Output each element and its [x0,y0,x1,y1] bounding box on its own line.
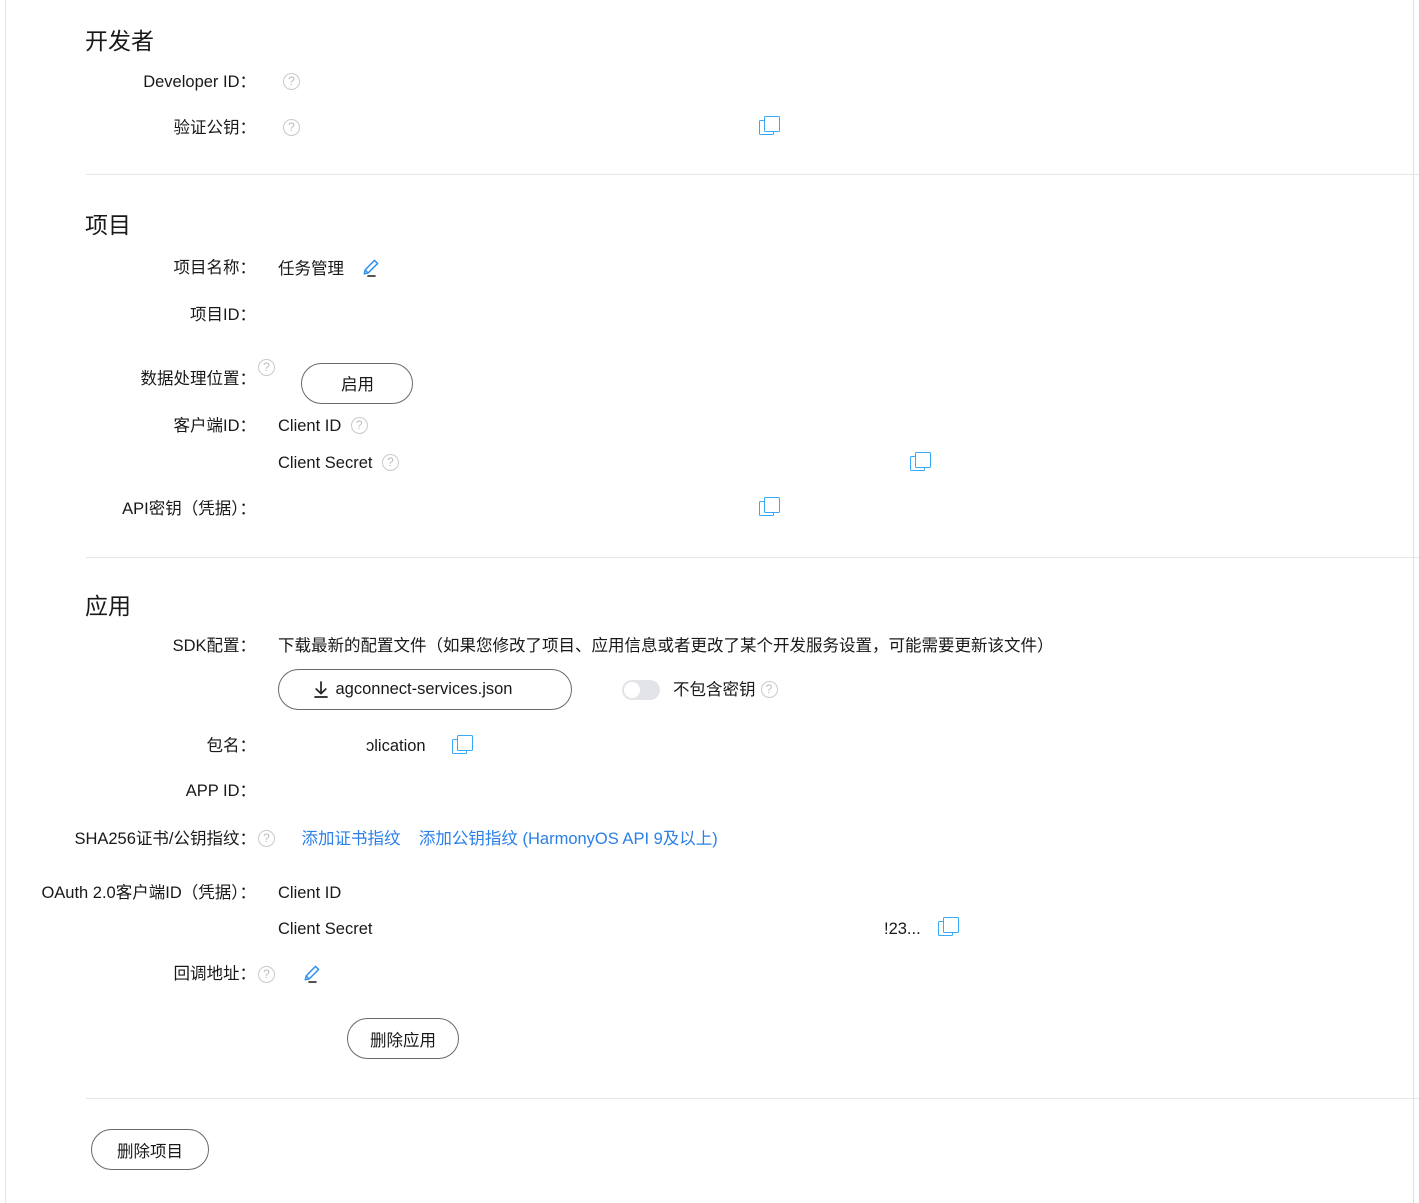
section-divider [86,557,1419,558]
client-id-field: Client ID [256,415,1415,438]
sha256-label: SHA256证书/公钥指纹： [74,830,256,848]
client-secret-value: Client Secret [278,454,373,472]
download-config-button[interactable]: agconnect-services.json [278,669,572,710]
copy-icon[interactable] [452,735,473,755]
pencil-edit-icon[interactable] [301,963,323,985]
data-location-label: 数据处理位置： [140,370,257,388]
pencil-edit-icon[interactable] [360,257,382,279]
project-id-label: 项目ID： [190,306,256,324]
sdk-config-field: 下载最新的配置文件（如果您修改了项目、应用信息或者更改了某个开发服务设置，可能需… [256,635,1415,710]
project-id-row: 项目ID： [6,304,1415,326]
add-public-key-fingerprint-link[interactable]: 添加公钥指纹 (HarmonyOS API 9及以上) [419,830,718,848]
oauth-secret-masked-value: !23... [884,920,921,938]
help-circle-icon[interactable] [258,966,275,983]
delete-app-button[interactable]: 删除应用 [347,1018,459,1059]
project-name-field: 任务管理 [256,257,1415,281]
oauth-client-id-field: Client ID [256,882,1415,905]
enable-button[interactable]: 启用 [301,362,414,404]
section-divider [86,1098,1419,1099]
section-divider [86,174,1419,175]
oauth-client-id-row: OAuth 2.0客户端ID（凭据）： Client ID [6,882,1415,905]
app-id-row: APP ID： [6,780,1415,802]
package-name-label: 包名： [206,737,257,755]
help-circle-icon[interactable] [350,417,368,434]
client-id-label: 客户端ID： [173,417,257,435]
data-location-field: 启用 [256,359,1415,404]
project-name-label: 项目名称： [173,259,257,277]
sdk-config-description: 下载最新的配置文件（如果您修改了项目、应用信息或者更改了某个开发服务设置，可能需… [278,637,1054,655]
verify-public-key-field [256,116,1415,140]
verify-public-key-row: 验证公钥： [6,116,1415,140]
exclude-secret-toggle[interactable] [622,679,660,700]
copy-icon[interactable] [759,116,780,136]
help-circle-icon[interactable] [760,681,778,698]
sdk-config-row: SDK配置： 下载最新的配置文件（如果您修改了项目、应用信息或者更改了某个开发服… [6,635,1415,710]
help-circle-icon[interactable] [258,830,275,847]
app-id-label: APP ID： [185,782,256,800]
package-name-row: 包名： ɔlication [6,735,1415,757]
oauth-client-secret-row: Client Secret !23... [6,917,1415,941]
client-secret-row: Client Secret [6,452,1415,475]
oauth-client-id-label: OAuth 2.0客户端ID（凭据）： [41,884,256,902]
api-key-label: API密钥（凭据）： [122,500,256,518]
download-arrow-icon [311,680,331,700]
copy-icon[interactable] [938,917,959,937]
callback-url-field [256,963,1415,987]
sha256-row: SHA256证书/公钥指纹： 添加证书指纹 添加公钥指纹 (HarmonyOS … [6,828,1415,851]
api-key-row: API密钥（凭据）： [6,497,1415,520]
developer-id-row: Developer ID： [6,71,1415,94]
delete-project-button[interactable]: 删除项目 [91,1129,209,1170]
package-name-value: ɔlication [366,737,426,755]
developer-id-label: Developer ID： [143,73,256,91]
copy-icon[interactable] [759,497,780,517]
help-circle-icon[interactable] [283,119,300,136]
help-circle-icon[interactable] [258,359,275,376]
data-location-row: 数据处理位置： 启用 [6,359,1415,404]
sha256-field: 添加证书指纹 添加公钥指纹 (HarmonyOS API 9及以上) [256,828,1415,851]
project-section-title: 项目 [85,212,131,238]
sdk-config-label: SDK配置： [172,637,256,655]
app-section-title: 应用 [85,593,131,619]
oauth-client-secret-field: Client Secret !23... [256,917,1415,941]
callback-url-row: 回调地址： [6,963,1415,987]
callback-url-label: 回调地址： [173,965,257,983]
oauth-client-secret-value: Client Secret [278,920,373,938]
verify-public-key-label: 验证公钥： [173,119,257,137]
help-circle-icon[interactable] [381,454,399,471]
client-id-row: 客户端ID： Client ID [6,415,1415,438]
oauth-client-id-value: Client ID [278,884,342,902]
developer-id-field [256,71,1415,94]
add-cert-fingerprint-link[interactable]: 添加证书指纹 [301,830,400,848]
client-id-value: Client ID [278,417,342,435]
settings-page: 开发者 Developer ID： 验证公钥： 项目 项目名称： 任务管理 [5,0,1419,1203]
help-circle-icon[interactable] [283,73,300,90]
client-secret-field: Client Secret [256,452,1415,475]
project-name-row: 项目名称： 任务管理 [6,257,1415,281]
copy-icon[interactable] [910,452,931,472]
exclude-secret-label: 不包含密钥 [673,680,756,699]
project-name-value: 任务管理 [278,260,344,278]
developer-section-title: 开发者 [85,28,154,54]
